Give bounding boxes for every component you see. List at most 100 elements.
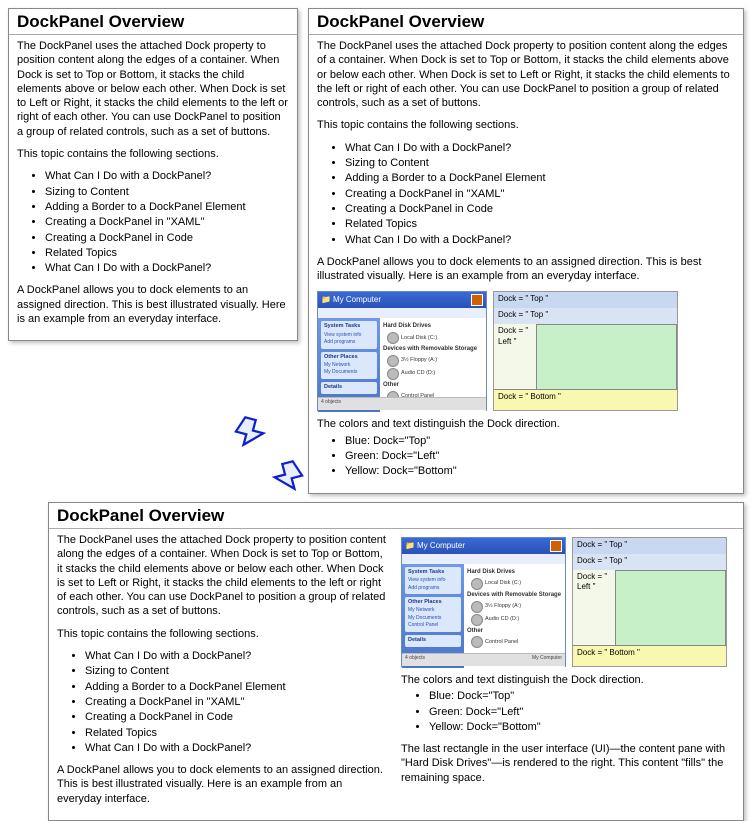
toc-item: Related Topics xyxy=(45,246,289,260)
side-heading: Details xyxy=(408,637,458,644)
drive-item: Control Panel xyxy=(471,636,562,648)
dock-bottom-region: Dock = " Bottom " xyxy=(573,645,726,666)
color-item: Yellow: Dock="Bottom" xyxy=(429,720,735,734)
item-label: Local Disk (C:) xyxy=(485,580,521,587)
drive-icon xyxy=(471,601,483,613)
status-right: My Computer xyxy=(532,655,562,662)
fill-explain: The last rectangle in the user interface… xyxy=(401,742,735,785)
color-item: Blue: Dock="Top" xyxy=(345,434,735,448)
explorer-caption: My Computer xyxy=(333,295,468,305)
explorer-caption: My Computer xyxy=(417,541,547,551)
panel-title: DockPanel Overview xyxy=(9,9,297,35)
side-heading: System Tasks xyxy=(324,323,374,330)
section-heading: Hard Disk Drives xyxy=(383,323,483,331)
item-label: Audio CD (D:) xyxy=(401,370,435,377)
intro-text: The DockPanel uses the attached Dock pro… xyxy=(317,39,735,110)
side-link: View system info xyxy=(408,577,458,584)
panel-1: DockPanel Overview The DockPanel uses th… xyxy=(8,8,298,341)
toc-item: Sizing to Content xyxy=(345,156,735,170)
side-group: Other Places My Network My Documents xyxy=(321,352,377,379)
drive-item: Audio CD (D:) xyxy=(387,368,483,380)
explorer-statusbar: 4 objects My Computer xyxy=(402,653,565,666)
thumbnails-row: 📁 My Computer System Tasks View system i… xyxy=(401,537,735,667)
panel-title: DockPanel Overview xyxy=(49,503,743,529)
intro-text: The DockPanel uses the attached Dock pro… xyxy=(17,39,289,139)
folder-icon: 📁 xyxy=(321,295,331,305)
item-label: 3½ Floppy (A:) xyxy=(401,357,437,364)
toc-intro: This topic contains the following sectio… xyxy=(317,118,735,132)
side-group: Details xyxy=(321,382,377,394)
panel-body: The DockPanel uses the attached Dock pro… xyxy=(309,35,743,493)
para2: A DockPanel allows you to dock elements … xyxy=(317,255,735,284)
side-link: Control Panel xyxy=(408,622,458,629)
side-group: Details xyxy=(405,635,461,647)
side-link: My Network xyxy=(408,607,458,614)
section-heading: Devices with Removable Storage xyxy=(467,592,562,600)
explorer-menubar xyxy=(402,554,565,564)
drive-icon xyxy=(387,368,399,380)
dock-demo-thumb: Dock = " Top " Dock = " Top " Dock = " L… xyxy=(493,291,678,411)
toc-item: What Can I Do with a DockPanel? xyxy=(345,141,735,155)
toc-item: Creating a DockPanel in Code xyxy=(45,231,289,245)
explorer-menubar xyxy=(318,308,486,318)
colors-list: Blue: Dock="Top" Green: Dock="Left" Yell… xyxy=(317,434,735,479)
drive-icon xyxy=(471,636,483,648)
toc-item: What Can I Do with a DockPanel? xyxy=(345,233,735,247)
side-heading: Other Places xyxy=(408,599,458,606)
side-link: Add programs xyxy=(408,585,458,592)
item-label: Audio CD (D:) xyxy=(485,616,519,623)
toc-list: What Can I Do with a DockPanel? Sizing t… xyxy=(17,169,289,275)
drive-item: 3½ Floppy (A:) xyxy=(471,601,562,613)
dock-bottom-region: Dock = " Bottom " xyxy=(494,389,677,410)
toc-item: Adding a Border to a DockPanel Element xyxy=(85,680,387,694)
explorer-thumb: 📁 My Computer System Tasks View system i… xyxy=(401,537,566,667)
dock-fill-region xyxy=(536,324,677,394)
drive-item: Local Disk (C:) xyxy=(387,332,483,344)
toc-item: Sizing to Content xyxy=(85,664,387,678)
explorer-statusbar: 4 objects xyxy=(318,397,486,410)
side-link: My Documents xyxy=(324,369,374,376)
colors-intro: The colors and text distinguish the Dock… xyxy=(317,417,735,431)
dock-demo-thumb: Dock = " Top " Dock = " Top " Dock = " L… xyxy=(572,537,727,667)
toc-item: What Can I Do with a DockPanel? xyxy=(45,169,289,183)
side-link: My Documents xyxy=(408,615,458,622)
color-item: Blue: Dock="Top" xyxy=(429,689,735,703)
toc-item: Adding a Border to a DockPanel Element xyxy=(45,200,289,214)
close-icon xyxy=(550,540,562,552)
toc-item: What Can I Do with a DockPanel? xyxy=(85,741,387,755)
toc-list: What Can I Do with a DockPanel? Sizing t… xyxy=(57,649,387,755)
side-link: View system info xyxy=(324,332,374,339)
drive-icon xyxy=(471,614,483,626)
side-group: System Tasks View system info Add progra… xyxy=(321,321,377,348)
toc-item: Creating a DockPanel in "XAML" xyxy=(345,187,735,201)
drive-icon xyxy=(387,332,399,344)
arrow-icon xyxy=(268,460,304,496)
explorer-thumb: 📁 My Computer System Tasks View system i… xyxy=(317,291,487,411)
item-label: 3½ Floppy (A:) xyxy=(485,603,521,610)
color-item: Green: Dock="Left" xyxy=(345,449,735,463)
panel-body: The DockPanel uses the attached Dock pro… xyxy=(49,529,743,820)
toc-item: Adding a Border to a DockPanel Element xyxy=(345,171,735,185)
toc-item: Creating a DockPanel in "XAML" xyxy=(45,215,289,229)
explorer-titlebar: 📁 My Computer xyxy=(402,538,565,554)
toc-intro: This topic contains the following sectio… xyxy=(57,627,387,641)
item-label: Local Disk (C:) xyxy=(401,335,437,342)
status-left: 4 objects xyxy=(321,399,341,405)
panel-2: DockPanel Overview The DockPanel uses th… xyxy=(308,8,744,494)
side-heading: Other Places xyxy=(324,354,374,361)
side-link: My Network xyxy=(324,362,374,369)
close-icon xyxy=(471,294,483,306)
toc-item: Related Topics xyxy=(345,217,735,231)
status-left: 4 objects xyxy=(405,655,425,661)
para2: A DockPanel allows you to dock elements … xyxy=(17,283,289,326)
folder-icon: 📁 xyxy=(405,541,415,551)
toc-item: Creating a DockPanel in "XAML" xyxy=(85,695,387,709)
explorer-titlebar: 📁 My Computer xyxy=(318,292,486,308)
para2: A DockPanel allows you to dock elements … xyxy=(57,763,387,806)
thumbnails-row: 📁 My Computer System Tasks View system i… xyxy=(317,291,735,411)
color-item: Green: Dock="Left" xyxy=(429,705,735,719)
colors-list: Blue: Dock="Top" Green: Dock="Left" Yell… xyxy=(401,689,735,734)
section-heading: Devices with Removable Storage xyxy=(383,346,483,354)
arrow-icon xyxy=(234,416,270,452)
section-heading: Other xyxy=(467,628,562,636)
